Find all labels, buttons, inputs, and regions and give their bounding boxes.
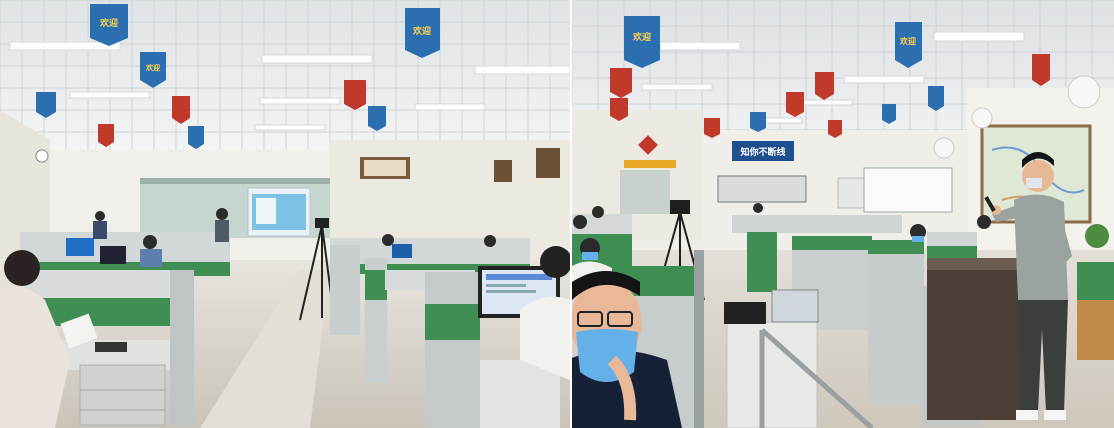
company-sign-text: 知你不断线	[739, 146, 785, 158]
doorway	[620, 170, 670, 214]
svg-text:欢迎: 欢迎	[632, 31, 651, 43]
right-office-scene: 知你不断线 欢迎 欢迎	[572, 0, 1114, 428]
projector	[724, 302, 766, 324]
svg-text:欢迎: 欢迎	[99, 17, 118, 29]
left-office-photo: 欢迎 欢迎 欢迎	[0, 0, 570, 428]
presenter-shirt	[1014, 194, 1068, 300]
wall-fan	[1067, 75, 1101, 109]
svg-text:欢迎: 欢迎	[899, 36, 916, 46]
right-office-photo: 知你不断线 欢迎 欢迎	[572, 0, 1114, 428]
left-office-scene: 欢迎 欢迎 欢迎	[0, 0, 570, 428]
banner: 欢迎	[90, 4, 128, 46]
laptop	[771, 289, 819, 323]
presenter-mask	[1026, 178, 1042, 188]
wall-clock	[35, 149, 49, 163]
svg-text:欢迎: 欢迎	[145, 63, 160, 72]
svg-text:欢迎: 欢迎	[412, 25, 431, 37]
whiteboard	[863, 167, 953, 213]
